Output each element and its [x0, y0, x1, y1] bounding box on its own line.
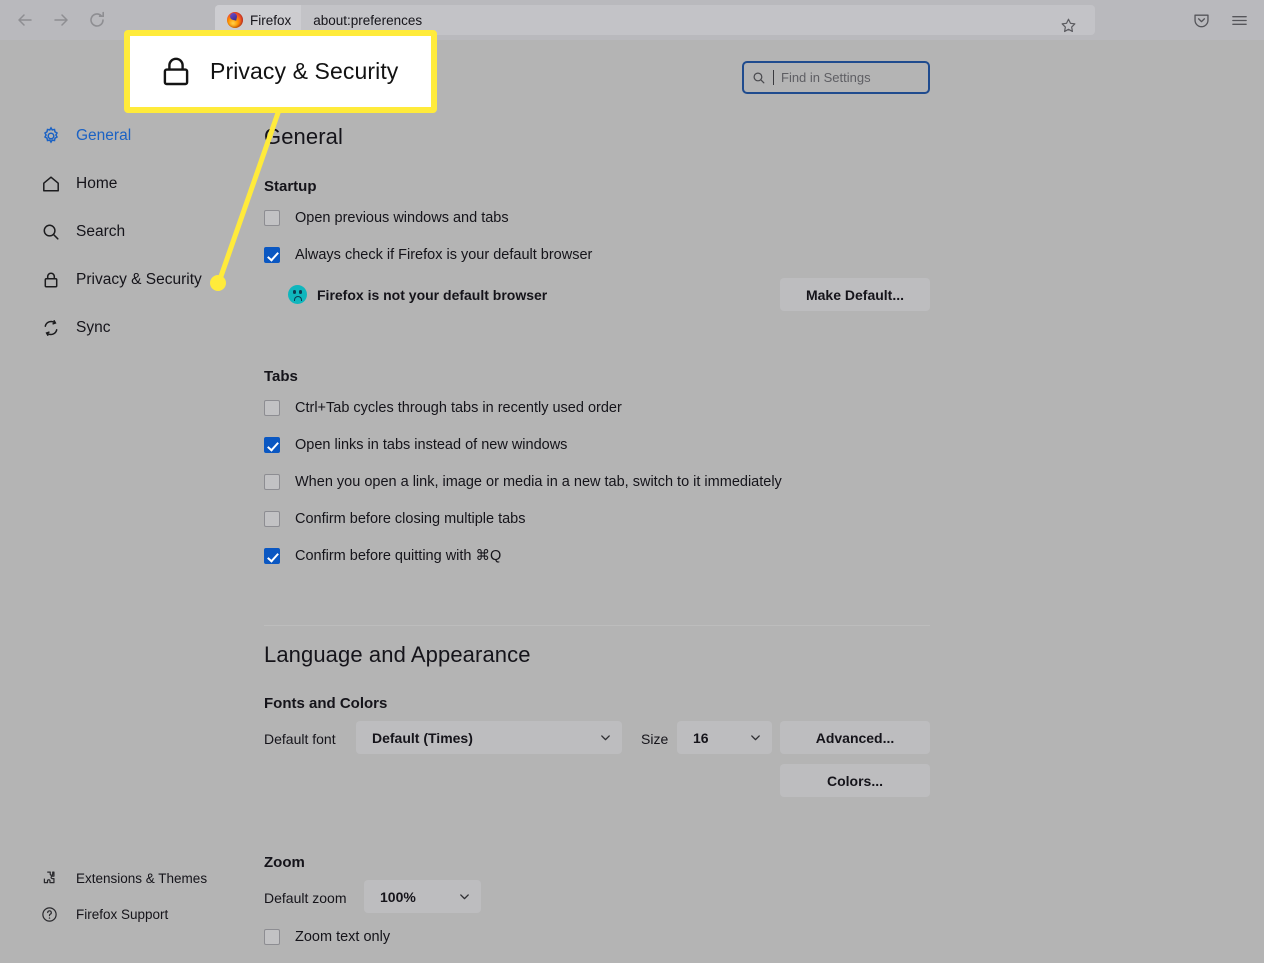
checkbox-always-check-default[interactable]: Always check if Firefox is your default …	[264, 247, 592, 263]
page-title: General	[264, 124, 343, 149]
default-zoom-label: Default zoom	[264, 890, 347, 906]
checkbox-label: Ctrl+Tab cycles through tabs in recently…	[295, 400, 622, 416]
font-size-label: Size	[641, 731, 669, 747]
checkbox-label: Confirm before closing multiple tabs	[295, 511, 526, 527]
sidebar-item-home[interactable]: Home	[40, 169, 117, 199]
sidebar-item-privacy-security[interactable]: Privacy & Security	[40, 265, 202, 295]
checkbox-box[interactable]	[264, 437, 280, 453]
text-caret	[773, 70, 774, 85]
sidebar-item-label: Sync	[76, 319, 111, 336]
section-heading-startup: Startup	[264, 178, 317, 195]
sidebar: General Home Search Privacy & Security S	[0, 40, 248, 963]
back-arrow-icon[interactable]	[10, 5, 40, 35]
home-icon	[40, 173, 62, 195]
chevron-down-icon	[749, 731, 762, 744]
checkbox-confirm-closing-tabs[interactable]: Confirm before closing multiple tabs	[264, 511, 526, 527]
gear-icon	[40, 125, 62, 147]
checkbox-box[interactable]	[264, 400, 280, 416]
hamburger-menu-icon[interactable]	[1226, 7, 1252, 33]
sidebar-item-firefox-support[interactable]: Firefox Support	[40, 901, 168, 927]
forward-arrow-icon[interactable]	[46, 5, 76, 35]
sidebar-item-label: Home	[76, 175, 118, 192]
callout-privacy-security: Privacy & Security	[124, 30, 437, 113]
reload-icon[interactable]	[82, 5, 112, 35]
default-zoom-value: 100%	[380, 888, 416, 905]
checkbox-box[interactable]	[264, 210, 280, 226]
checkbox-label: Zoom text only	[295, 929, 391, 945]
default-browser-status: Firefox is not your default browser	[288, 285, 547, 304]
lock-icon	[40, 269, 62, 291]
default-font-value: Default (Times)	[372, 729, 473, 746]
navigation-buttons	[0, 5, 112, 35]
section-heading-fonts-colors: Fonts and Colors	[264, 695, 388, 712]
chevron-down-icon	[458, 890, 471, 903]
sidebar-item-label: Search	[76, 223, 126, 240]
search-placeholder: Find in Settings	[781, 70, 871, 85]
lock-icon	[158, 54, 194, 90]
preferences-page: Find in Settings General Home Search Pri…	[0, 40, 1264, 963]
default-zoom-select[interactable]: 100%	[364, 880, 481, 913]
checkbox-label: Open links in tabs instead of new window…	[295, 437, 568, 453]
section-divider	[264, 625, 930, 626]
section-heading-zoom: Zoom	[264, 854, 305, 871]
question-circle-icon	[40, 905, 58, 923]
sync-icon	[40, 317, 62, 339]
sidebar-item-label: General	[76, 127, 132, 144]
colors-button[interactable]: Colors...	[780, 764, 930, 797]
checkbox-box[interactable]	[264, 474, 280, 490]
puzzle-piece-icon	[40, 869, 58, 887]
checkbox-open-links-in-tabs[interactable]: Open links in tabs instead of new window…	[264, 437, 567, 453]
section-heading-language-appearance: Language and Appearance	[264, 642, 531, 667]
checkbox-label: Always check if Firefox is your default …	[295, 247, 593, 263]
sidebar-item-search[interactable]: Search	[40, 217, 125, 247]
default-font-select[interactable]: Default (Times)	[356, 721, 622, 754]
checkbox-label: Open previous windows and tabs	[295, 210, 509, 226]
font-size-select[interactable]: 16	[677, 721, 772, 754]
make-default-button[interactable]: Make Default...	[780, 278, 930, 311]
sidebar-footer-label: Extensions & Themes	[76, 870, 208, 886]
checkbox-switch-to-new-tab[interactable]: When you open a link, image or media in …	[264, 474, 782, 490]
checkbox-label: Confirm before quitting with ⌘Q	[295, 548, 502, 564]
search-icon	[752, 71, 766, 85]
firefox-logo-icon	[227, 12, 243, 28]
checkbox-box[interactable]	[264, 247, 280, 263]
search-icon	[40, 221, 62, 243]
sidebar-item-label: Privacy & Security	[76, 271, 202, 288]
checkbox-zoom-text-only[interactable]: Zoom text only	[264, 929, 390, 945]
checkbox-ctrl-tab-cycles[interactable]: Ctrl+Tab cycles through tabs in recently…	[264, 400, 622, 416]
checkbox-open-previous-windows[interactable]: Open previous windows and tabs	[264, 210, 509, 226]
search-input[interactable]: Find in Settings	[742, 61, 930, 94]
default-font-label: Default font	[264, 731, 336, 747]
sidebar-item-sync[interactable]: Sync	[40, 313, 110, 343]
chrome-right-icons	[1188, 0, 1264, 40]
checkbox-confirm-quitting[interactable]: Confirm before quitting with ⌘Q	[264, 548, 501, 564]
font-size-value: 16	[693, 729, 709, 746]
section-heading-tabs: Tabs	[264, 368, 298, 385]
brand-label: Firefox	[250, 12, 292, 28]
advanced-fonts-button[interactable]: Advanced...	[780, 721, 930, 754]
checkbox-box[interactable]	[264, 929, 280, 945]
firefox-sad-face-icon	[288, 285, 307, 304]
pocket-icon[interactable]	[1188, 7, 1214, 33]
checkbox-box[interactable]	[264, 548, 280, 564]
callout-text: Privacy & Security	[210, 58, 399, 84]
sidebar-footer-label: Firefox Support	[76, 906, 169, 922]
sidebar-item-extensions-themes[interactable]: Extensions & Themes	[40, 865, 207, 891]
checkbox-box[interactable]	[264, 511, 280, 527]
sidebar-item-general[interactable]: General	[40, 121, 131, 151]
url-text: about:preferences	[313, 12, 423, 28]
chevron-down-icon	[599, 731, 612, 744]
default-browser-status-text: Firefox is not your default browser	[317, 286, 548, 303]
star-icon[interactable]	[1055, 12, 1081, 38]
checkbox-label: When you open a link, image or media in …	[295, 474, 782, 490]
